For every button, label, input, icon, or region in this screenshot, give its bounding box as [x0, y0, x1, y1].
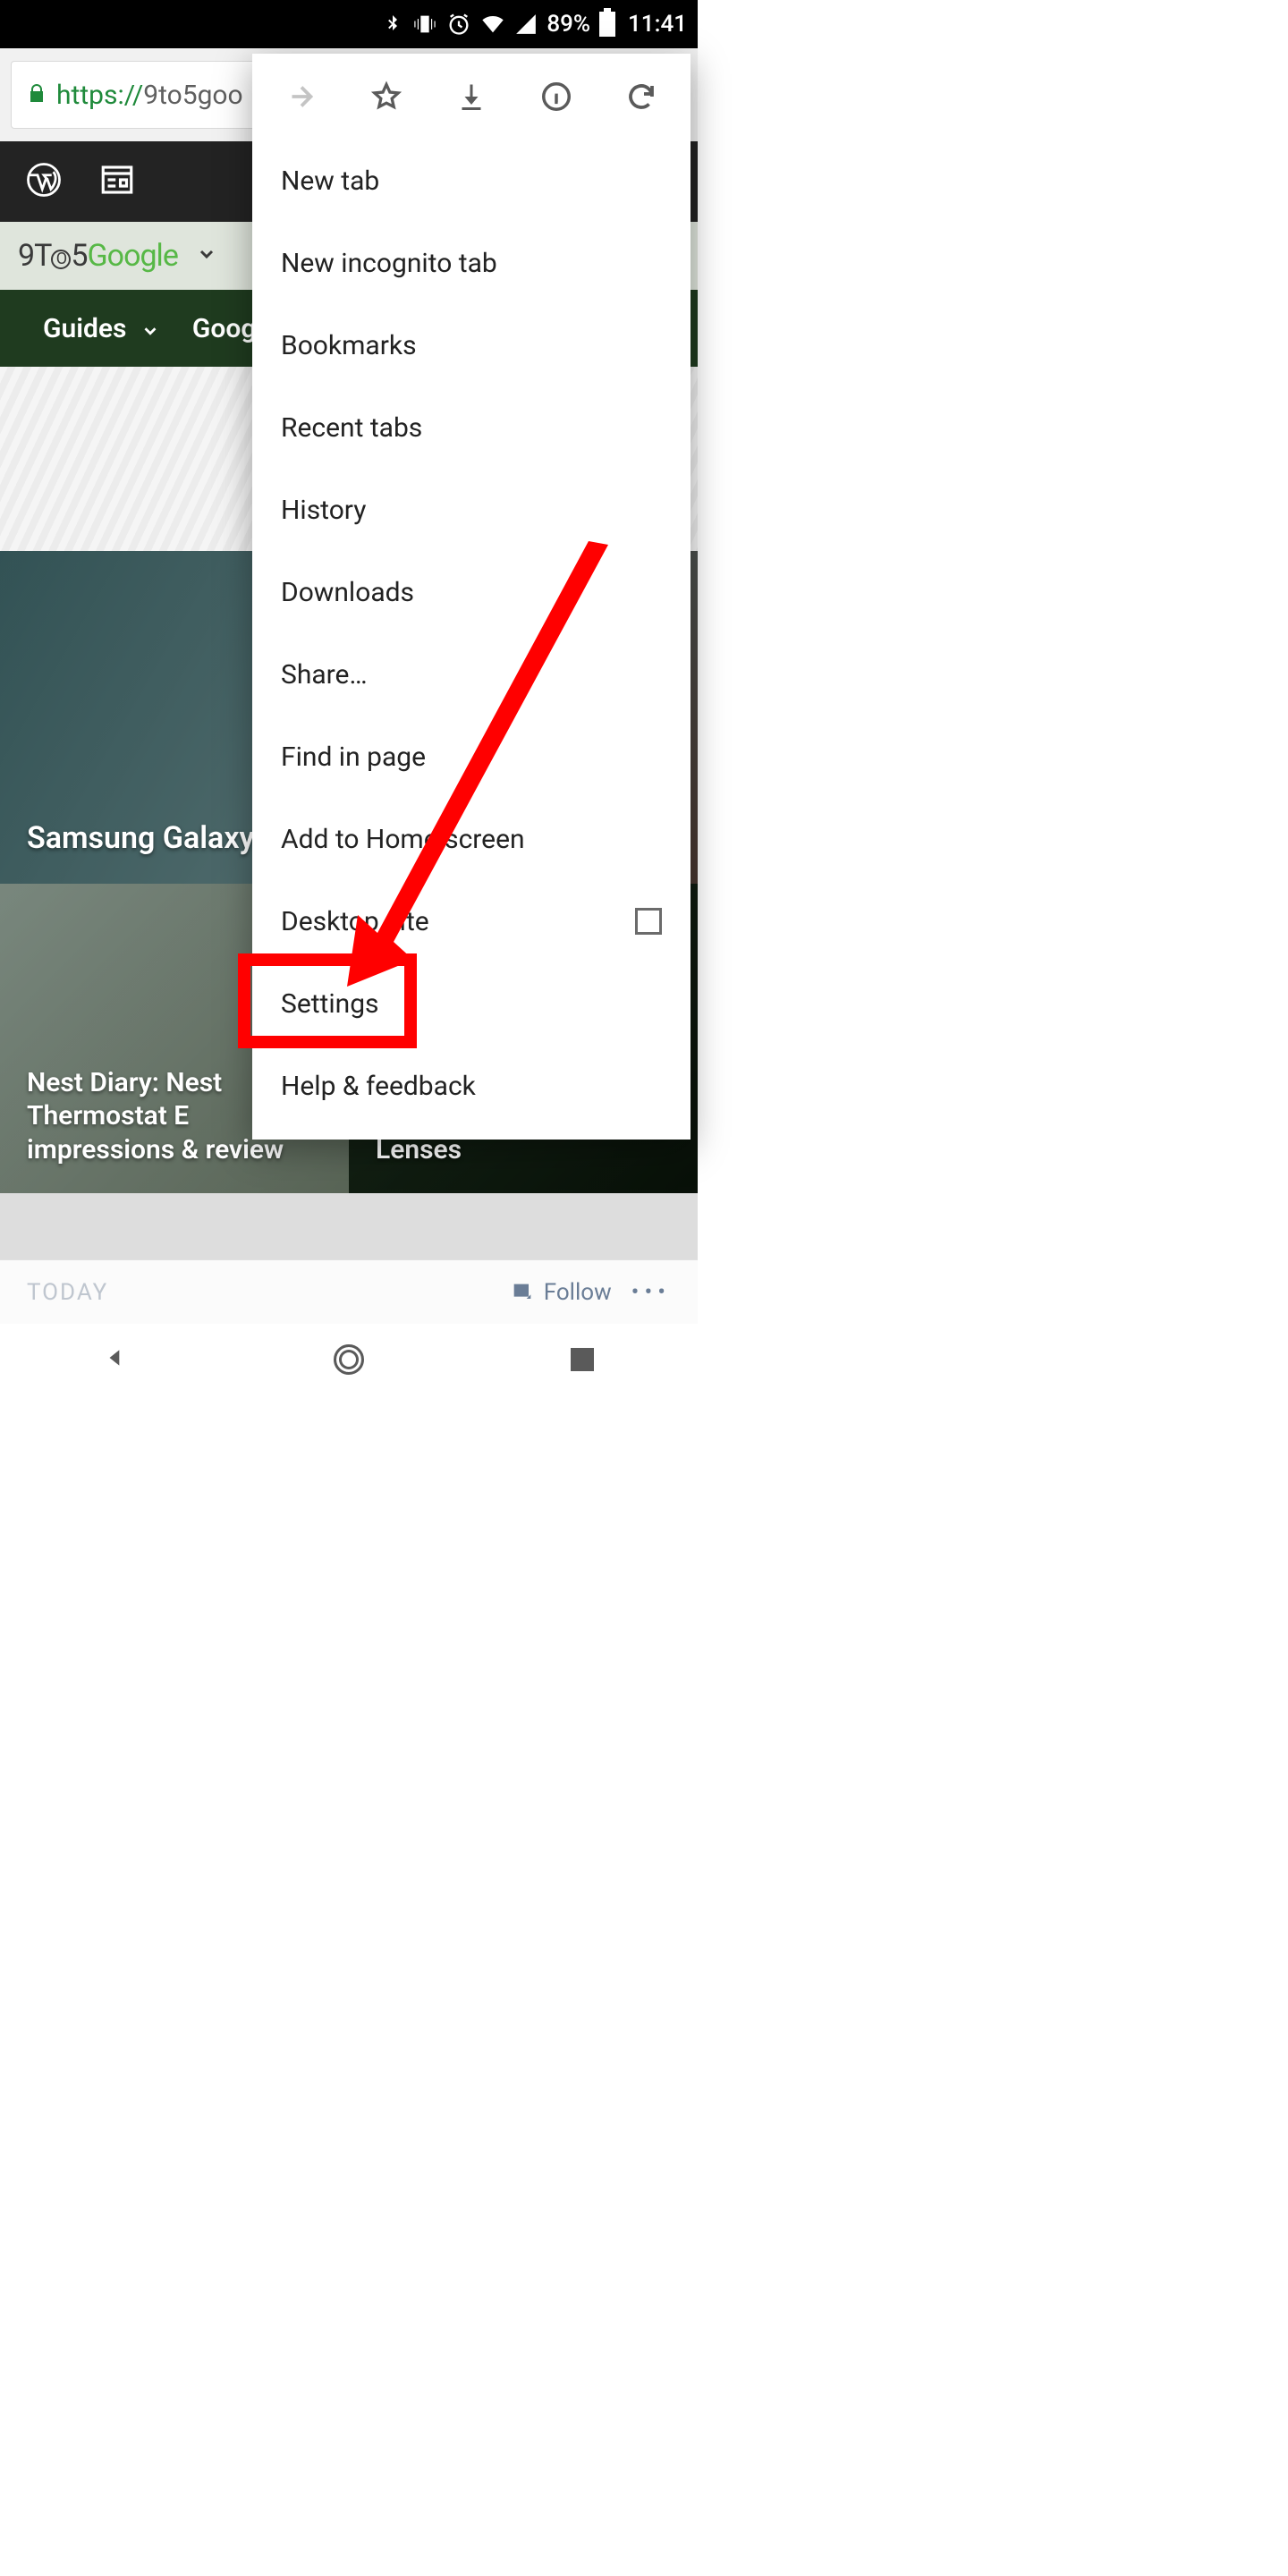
star-icon[interactable]	[369, 79, 404, 114]
cellular-icon	[514, 13, 538, 36]
menu-recent-tabs[interactable]: Recent tabs	[252, 386, 691, 469]
battery-icon	[599, 12, 615, 37]
more-icon[interactable]: •••	[631, 1279, 671, 1306]
menu-add-home[interactable]: Add to Home screen	[252, 798, 691, 880]
chevron-down-icon[interactable]	[196, 243, 217, 268]
menu-bookmarks[interactable]: Bookmarks	[252, 304, 691, 386]
url-scheme: https	[56, 80, 117, 111]
download-icon[interactable]	[453, 79, 489, 114]
menu-new-incognito[interactable]: New incognito tab	[252, 222, 691, 304]
desktop-site-checkbox[interactable]	[635, 908, 662, 935]
menu-help[interactable]: Help & feedback	[252, 1045, 691, 1127]
menu-share[interactable]: Share…	[252, 633, 691, 716]
android-status-bar: 89% 11:41	[0, 0, 698, 48]
nav-guides[interactable]: Guides	[43, 313, 160, 344]
alarm-icon	[446, 12, 471, 37]
menu-new-tab[interactable]: New tab	[252, 140, 691, 222]
android-nav-bar	[0, 1324, 698, 1395]
menu-settings[interactable]: Settings	[252, 962, 691, 1045]
follow-button[interactable]: Follow	[510, 1279, 612, 1306]
wordpress-icon[interactable]	[25, 161, 63, 202]
vibrate-icon	[412, 12, 437, 37]
refresh-icon[interactable]	[623, 79, 659, 114]
bluetooth-icon	[382, 13, 403, 35]
home-button[interactable]	[334, 1344, 364, 1375]
forward-icon[interactable]	[284, 79, 319, 114]
today-label: TODAY	[27, 1279, 108, 1306]
battery-percent: 89%	[547, 11, 590, 38]
wifi-icon	[480, 12, 505, 37]
menu-find-in-page[interactable]: Find in page	[252, 716, 691, 798]
lock-icon	[26, 80, 47, 111]
reader-icon[interactable]	[98, 161, 136, 202]
menu-desktop-site[interactable]: Desktop site	[252, 880, 691, 962]
clock: 11:41	[628, 11, 687, 38]
info-icon[interactable]	[538, 79, 574, 114]
chrome-overflow-menu: New tab New incognito tab Bookmarks Rece…	[252, 54, 691, 1140]
site-logo[interactable]: 9TO5Google	[18, 238, 178, 274]
url-separator: ://	[117, 80, 143, 111]
back-button[interactable]	[104, 1346, 127, 1373]
menu-history[interactable]: History	[252, 469, 691, 551]
url-host: 9to5goo	[143, 80, 242, 111]
menu-downloads[interactable]: Downloads	[252, 551, 691, 633]
recents-button[interactable]	[571, 1348, 594, 1371]
follow-bar: TODAY Follow •••	[0, 1259, 698, 1324]
menu-icon-row	[252, 54, 691, 140]
